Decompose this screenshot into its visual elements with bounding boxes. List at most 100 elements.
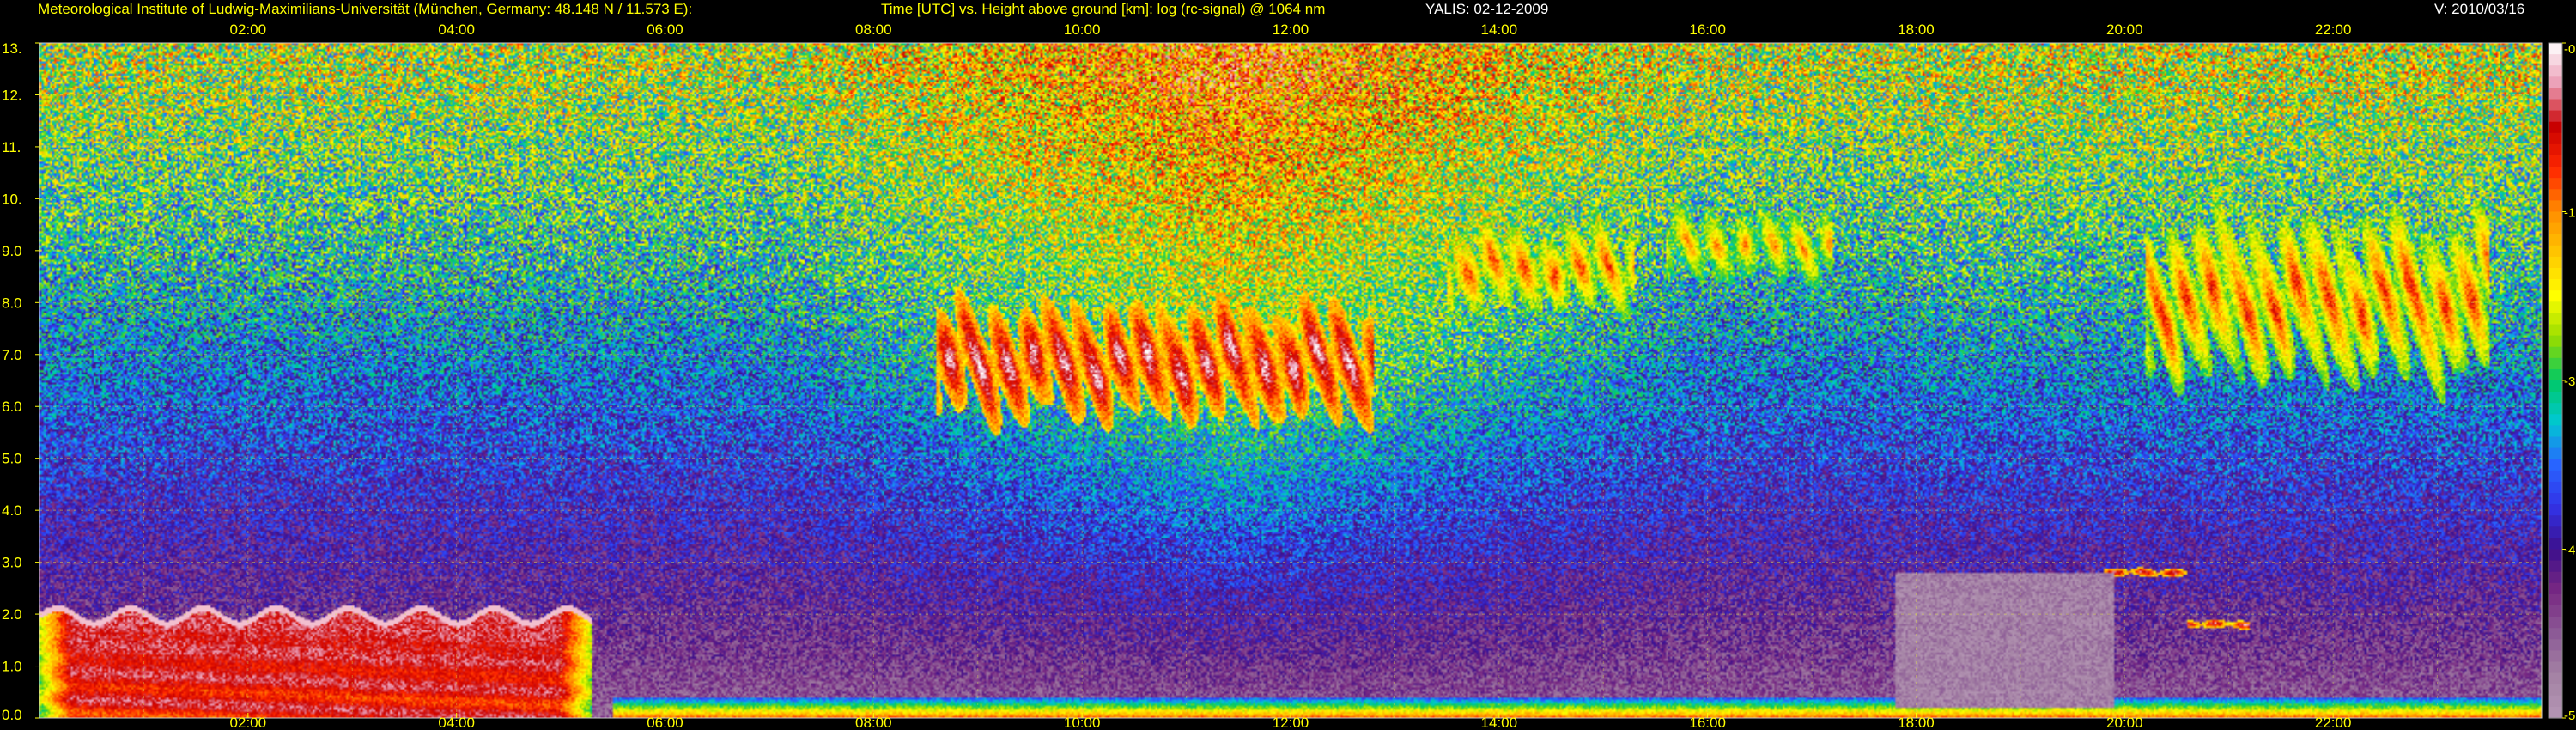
colorbar-segment — [2549, 481, 2562, 494]
colorbar-segment — [2549, 279, 2562, 291]
colorbar-segment — [2549, 582, 2562, 595]
y-tick-label: 10. — [2, 191, 22, 207]
colorbar-segment — [2549, 268, 2562, 280]
x-tick-label-bottom: 22:00 — [2315, 715, 2352, 730]
x-tick-label-bottom: 10:00 — [1064, 715, 1101, 730]
x-tick-label-top: 18:00 — [1898, 21, 1935, 38]
colorbar-segment — [2549, 695, 2562, 708]
y-tick-label: 6.0 — [2, 398, 22, 415]
y-tick-label: 8.0 — [2, 295, 22, 311]
colorbar-segment — [2549, 684, 2562, 697]
colorbar-segment — [2549, 617, 2562, 629]
chart-title: Time [UTC] vs. Height above ground [km]:… — [881, 1, 1326, 17]
x-tick-label-bottom: 16:00 — [1689, 715, 1726, 730]
colorbar-segment — [2549, 549, 2562, 562]
x-tick-label-top: 04:00 — [438, 21, 475, 38]
colorbar-segment — [2549, 672, 2562, 685]
colorbar-segment — [2549, 346, 2562, 359]
colorbar-segment — [2549, 650, 2562, 663]
y-tick-label: 4.0 — [2, 502, 22, 519]
colorbar-segment — [2549, 357, 2562, 370]
colorbar-segment — [2549, 143, 2562, 156]
y-tick-label: 0.0 — [2, 707, 22, 723]
x-tick-label-bottom: 18:00 — [1898, 715, 1935, 730]
colorbar-segment — [2549, 155, 2562, 167]
colorbar-segment — [2549, 706, 2562, 719]
colorbar-segment — [2549, 593, 2562, 606]
colorbar-segment — [2549, 76, 2562, 88]
colorbar-segment — [2549, 403, 2562, 415]
colorbar-segment — [2549, 414, 2562, 426]
colorbar-segment — [2549, 324, 2562, 337]
colorbar-segment — [2549, 54, 2562, 66]
colorbar-segment — [2549, 368, 2562, 381]
colorbar-segment — [2549, 335, 2562, 348]
colorbar-segment — [2549, 200, 2562, 213]
x-tick-label-top: 06:00 — [647, 21, 683, 38]
y-tick-label: 7.0 — [2, 347, 22, 363]
colorbar-segment — [2549, 504, 2562, 516]
colorbar-segment — [2549, 99, 2562, 112]
colorbar-segment — [2549, 234, 2562, 246]
colorbar-segment — [2549, 245, 2562, 258]
y-tick-label: 2.0 — [2, 606, 22, 623]
colorbar-tick-label: -5.50 — [2564, 709, 2576, 723]
colorbar-segment — [2549, 447, 2562, 460]
x-tick-label-top: 10:00 — [1064, 21, 1101, 38]
x-tick-label-top: 20:00 — [2106, 21, 2143, 38]
instrument-date: YALIS: 02-12-2009 — [1425, 1, 1549, 17]
x-tick-label-bottom: 08:00 — [855, 715, 892, 730]
colorbar-segment — [2549, 628, 2562, 640]
colorbar-segment — [2549, 515, 2562, 527]
colorbar-segment — [2549, 290, 2562, 302]
colorbar-segment — [2549, 436, 2562, 449]
colorbar-tick-label: -0.50 — [2564, 42, 2576, 57]
colorbar-segment — [2549, 313, 2562, 325]
colorbar-tick-label: -4.25 — [2564, 544, 2576, 558]
colorbar-segment — [2549, 121, 2562, 134]
colorbar-segment — [2549, 425, 2562, 438]
colorbar-segment — [2549, 526, 2562, 538]
colorbar-segment — [2549, 110, 2562, 123]
y-tick-label: 11. — [2, 139, 21, 155]
colorbar-tick-label: -1.75 — [2564, 206, 2576, 221]
colorbar-segment — [2549, 43, 2562, 55]
y-tick-label: 1.0 — [2, 659, 22, 675]
y-tick-label: 12. — [2, 87, 22, 103]
x-tick-label-top: 02:00 — [230, 21, 267, 38]
x-tick-label-top: 14:00 — [1481, 21, 1518, 38]
colorbar-segment — [2549, 189, 2562, 201]
colorbar-segment — [2549, 493, 2562, 505]
x-tick-label-top: 22:00 — [2315, 21, 2352, 38]
colorbar-segment — [2549, 392, 2562, 404]
x-tick-label-bottom: 14:00 — [1481, 715, 1518, 730]
colorbar-segment — [2549, 459, 2562, 471]
colorbar-segment — [2549, 211, 2562, 224]
x-tick-label-bottom: 20:00 — [2106, 715, 2143, 730]
colorbar-segment — [2549, 639, 2562, 651]
colorbar-segment — [2549, 571, 2562, 584]
x-tick-label-bottom: 02:00 — [230, 715, 267, 730]
x-tick-label-bottom: 06:00 — [647, 715, 683, 730]
institute-title: Meteorological Institute of Ludwig-Maxim… — [38, 1, 693, 17]
colorbar-segment — [2549, 88, 2562, 100]
colorbar-segment — [2549, 178, 2562, 190]
y-tick-label: 13. — [2, 40, 22, 57]
colorbar-segment — [2549, 380, 2562, 392]
x-tick-label-bottom: 04:00 — [438, 715, 475, 730]
y-tick-label: 9.0 — [2, 243, 22, 259]
colorbar-segment — [2549, 605, 2562, 617]
colorbar-segment — [2549, 132, 2562, 145]
colorbar-segment — [2549, 538, 2562, 551]
colorbar-segment — [2549, 301, 2562, 313]
colorbar-segment — [2549, 167, 2562, 179]
y-tick-label: 5.0 — [2, 451, 22, 467]
y-tick-label: 3.0 — [2, 555, 22, 571]
colorbar-tick-label: -3.00 — [2564, 374, 2576, 389]
colorbar-segment — [2549, 470, 2562, 483]
colorbar-segment — [2549, 661, 2562, 674]
x-tick-label-top: 08:00 — [855, 21, 892, 38]
colorbar-segment — [2549, 560, 2562, 573]
colorbar-segment — [2549, 65, 2562, 77]
lidar-heatmap-chart: 0.0 1.0 2.0 3.0 4.0 5.0 6.0 7.0 8.0 9.0 10. 11. 12. 1… — [0, 0, 2576, 730]
